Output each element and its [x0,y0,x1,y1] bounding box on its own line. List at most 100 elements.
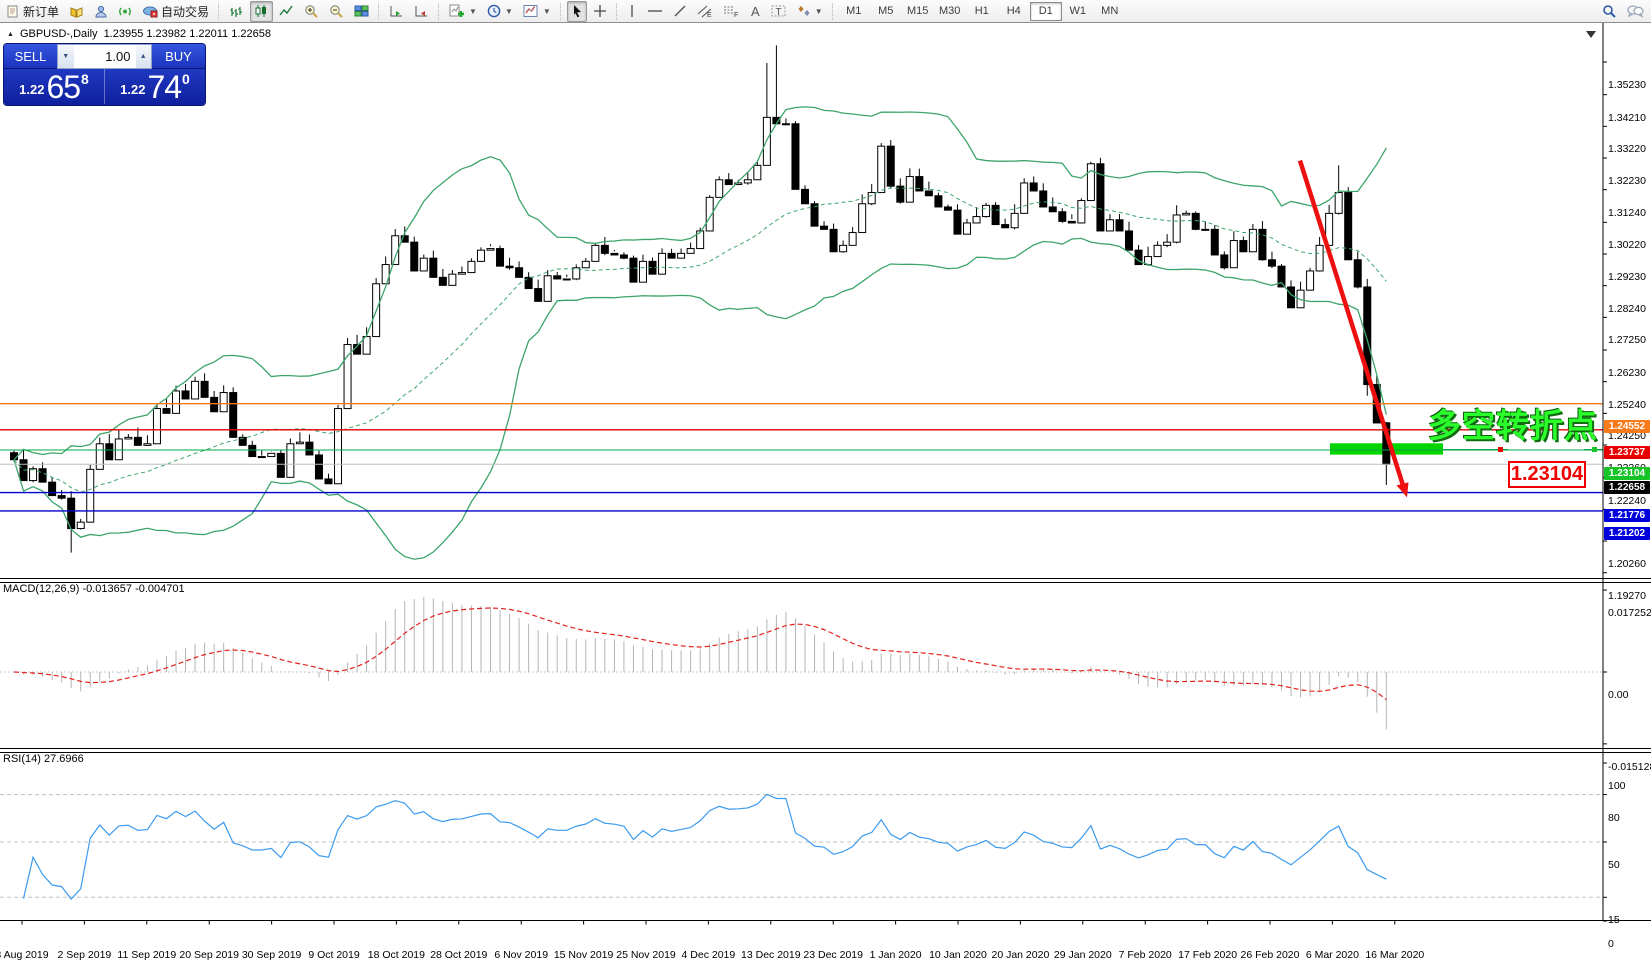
vertical-line-icon [627,4,637,18]
search-button[interactable] [1598,1,1621,22]
volume-control: ▼ ▲ [57,44,152,69]
zoom-out-icon [329,4,344,18]
toolbar-separator [832,3,834,20]
channel-letter: E [707,12,712,18]
date-axis-label: 20 Jan 2020 [991,949,1049,961]
tab-timeframe-m5[interactable]: M5 [870,2,902,21]
buy-button[interactable]: BUY [152,44,205,69]
date-axis-label: 26 Feb 2020 [1241,949,1300,961]
new-order-label: 新订单 [23,3,59,20]
zoom-in-button[interactable] [300,1,323,22]
dropdown-caret: ▼ [543,7,551,16]
date-axis-label: 13 Dec 2019 [741,949,801,961]
buy-price[interactable]: 1.22 74 0 [105,69,205,104]
one-click-trading-panel: SELL ▼ ▲ BUY 1.22 65 8 1.22 74 0 [4,44,205,105]
cursor-icon [571,4,583,18]
new-chart-button[interactable]: ▼ [445,1,481,22]
tab-timeframe-h1[interactable]: H1 [966,2,998,21]
date-axis-label: 18 Oct 2019 [368,949,425,961]
date-axis-label: 7 Feb 2020 [1119,949,1172,961]
template-icon [523,4,539,18]
toolbar-separator [616,3,618,20]
date-axis-label: 23 Dec 2019 [803,949,863,961]
toolbar-separator [218,3,220,20]
horizontal-line-icon [647,4,663,18]
new-order-button[interactable]: 新订单 [3,1,63,22]
person-icon [94,5,108,18]
svg-text:A: A [751,4,760,18]
volume-increase-button[interactable]: ▲ [136,45,152,68]
bar-chart-button[interactable] [225,1,248,22]
sell-price-prefix: 1.22 [19,82,44,97]
crosshair-icon [593,4,607,18]
dropdown-caret: ▼ [469,7,477,16]
zoom-in-icon [304,4,319,18]
date-axis-label: 16 Mar 2020 [1365,949,1424,961]
chat-button[interactable] [1623,1,1648,22]
sell-button[interactable]: SELL [4,44,57,69]
tab-timeframe-w1[interactable]: W1 [1062,2,1094,21]
market-watch-button[interactable] [65,1,88,22]
bar-chart-icon [229,4,244,18]
fibonacci-icon: F [723,4,739,18]
dropdown-caret: ▼ [505,7,513,16]
trendline-button[interactable] [669,1,691,22]
date-axis-label: 9 Oct 2019 [308,949,359,961]
date-axis-label: 25 Nov 2019 [616,949,676,961]
fibonacci-button[interactable]: F [719,1,743,22]
chart-window: ▲ GBPUSD-,Daily 1.23955 1.23982 1.22011 … [0,23,1651,945]
sell-price-big: 65 [46,73,80,101]
autoscroll-button[interactable] [385,1,408,22]
text-label-button[interactable]: T [767,1,791,22]
tab-timeframe-m15[interactable]: M15 [902,2,934,21]
volume-input[interactable] [74,45,136,68]
shapes-button[interactable]: ▼ [793,1,827,22]
tab-timeframe-d1[interactable]: D1 [1030,2,1062,21]
sell-price-pip: 8 [81,71,89,87]
trendline-icon [673,4,687,18]
tab-timeframe-h4[interactable]: H4 [998,2,1030,21]
new-chart-icon [449,4,465,18]
date-axis-label: 28 Oct 2019 [430,949,487,961]
tab-timeframe-m30[interactable]: M30 [934,2,966,21]
crosshair-button[interactable] [589,1,611,22]
text-button[interactable]: A [745,1,765,22]
line-chart-icon [279,4,294,18]
zoom-out-button[interactable] [325,1,348,22]
date-axis-label: 6 Mar 2020 [1306,949,1359,961]
date-axis-label: 29 Jan 2020 [1054,949,1112,961]
channel-button[interactable]: E [693,1,717,22]
svg-text:T: T [775,7,781,18]
autotrade-cloud-icon [142,5,158,18]
volume-decrease-button[interactable]: ▼ [58,45,74,68]
date-axis-label: 15 Nov 2019 [554,949,614,961]
chat-icon [1627,4,1644,18]
profile-button[interactable] [90,1,112,22]
vertical-line-button[interactable] [623,1,641,22]
periods-button[interactable]: ▼ [483,1,517,22]
text-icon: A [749,4,761,18]
date-axis-label: 17 Feb 2020 [1178,949,1237,961]
tile-windows-icon [354,4,369,18]
candlestick-chart-button[interactable] [250,1,273,22]
buy-price-prefix: 1.22 [120,82,145,97]
templates-button[interactable]: ▼ [519,1,555,22]
shapes-icon [797,4,811,18]
date-axis-label: 30 Sep 2019 [242,949,302,961]
dropdown-caret: ▼ [815,7,823,16]
signal-icon [118,5,132,18]
line-chart-button[interactable] [275,1,298,22]
date-axis-label: 2 Sep 2019 [58,949,112,961]
price-chart-canvas[interactable] [0,23,1651,945]
sell-price[interactable]: 1.22 65 8 [4,69,104,104]
tab-timeframe-mn[interactable]: MN [1094,2,1126,21]
date-axis-label: 10 Jan 2020 [929,949,987,961]
tile-windows-button[interactable] [350,1,373,22]
tab-timeframe-m1[interactable]: M1 [838,2,870,21]
horizontal-line-button[interactable] [643,1,667,22]
chart-shift-button[interactable] [410,1,433,22]
autotrade-button[interactable]: 自动交易 [138,1,213,22]
search-icon [1602,4,1617,18]
signals-button[interactable] [114,1,136,22]
cursor-button[interactable] [567,1,587,22]
